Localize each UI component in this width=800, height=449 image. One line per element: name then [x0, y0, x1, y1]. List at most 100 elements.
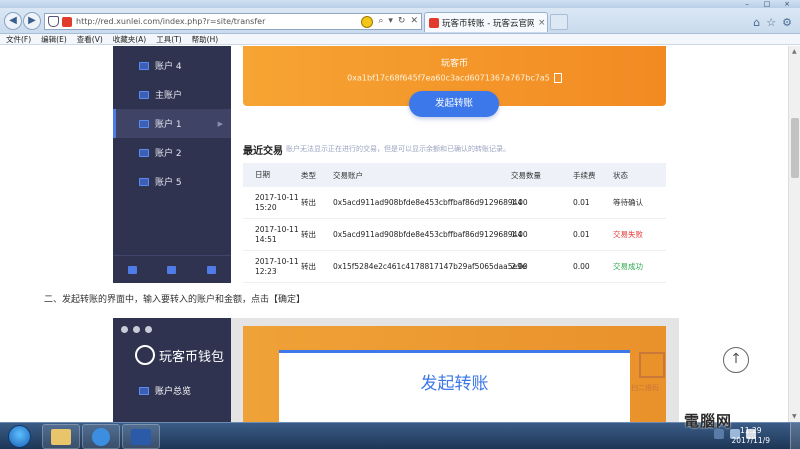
export-icon[interactable] [167, 265, 177, 274]
wallet-icon [139, 90, 149, 99]
scrollbar-thumb[interactable] [791, 118, 799, 178]
browser-navbar: ◀ ▶ http://red.xunlei.com/index.php?r=si… [0, 8, 800, 34]
taskbar-explorer[interactable] [42, 424, 80, 449]
wallet-main: 玩客币 0xa1bf17c68f645f7ea60c3acd6071367a76… [231, 46, 679, 283]
stop-icon[interactable]: ✕ [410, 16, 418, 28]
menu-view[interactable]: 查看(V) [77, 34, 103, 45]
header-type: 类型 [301, 170, 316, 180]
coin-name: 玩客币 [440, 59, 468, 69]
forward-button[interactable]: ▶ [23, 12, 41, 30]
cell-amount: 1.00 [511, 198, 528, 207]
menu-file[interactable]: 文件(F) [6, 34, 31, 45]
transactions-table: 日期 类型 交易账户 交易数量 手续费 状态 2017-10-11 15:20 转出… [243, 163, 666, 283]
favorites-star-icon[interactable]: ☆ [766, 16, 776, 29]
menu-tools[interactable]: 工具(T) [156, 34, 181, 45]
menu-edit[interactable]: 编辑(E) [41, 34, 67, 45]
tab-close-icon[interactable]: × [538, 18, 546, 28]
windows-taskbar: 11:29 2017/11/9 [0, 422, 800, 449]
show-desktop-button[interactable] [790, 423, 800, 449]
sidebar-item-overview[interactable]: 账户总览 [139, 384, 191, 397]
wallet-icon [139, 386, 149, 395]
import-icon[interactable] [128, 265, 138, 274]
vertical-scrollbar[interactable]: ▲ ▼ [788, 46, 800, 422]
cell-account: 0x15f5284e2c461c4178817147b29af5065daa5e… [333, 262, 527, 271]
settings-icon[interactable] [206, 265, 216, 274]
menu-favorites[interactable]: 收藏夹(A) [113, 34, 146, 45]
refresh-icon[interactable]: ↻ [398, 16, 406, 28]
compatibility-icon[interactable] [361, 15, 374, 28]
dropdown-icon[interactable]: ▾ [388, 16, 393, 28]
logo-icon [135, 345, 155, 365]
page-viewport: 账户 4 主账户 账户 1 ▶ 账户 2 账户 5 玩客币 0xa1bf17c6… [0, 46, 788, 422]
clock-time: 11:29 [739, 426, 762, 435]
wallet-address: 0xa1bf17c68f645f7ea60c3acd6071367a767bc7… [347, 73, 550, 83]
cell-fee: 0.01 [573, 230, 590, 239]
cell-fee: 0.01 [573, 198, 590, 207]
address-bar[interactable]: http://red.xunlei.com/index.php?r=site/t… [44, 13, 422, 30]
scroll-to-top-button[interactable]: ↑ [723, 347, 749, 373]
qr-code-icon [639, 352, 665, 378]
wallet-screenshot: 账户 4 主账户 账户 1 ▶ 账户 2 账户 5 玩客币 0xa1bf17c6… [113, 46, 679, 283]
cell-account: 0x5acd911ad908bfde8e453cbffbaf86d9129689… [333, 198, 523, 207]
cell-status: 交易失败 [613, 230, 643, 239]
tab-favicon-icon [429, 17, 439, 28]
sidebar-item-account-1[interactable]: 账户 1 ▶ [113, 109, 231, 138]
sidebar-item-account-5[interactable]: 账户 5 [113, 167, 231, 196]
wallet-icon [139, 177, 149, 186]
sidebar-item-account-4[interactable]: 账户 4 [113, 51, 231, 80]
taskbar-word[interactable] [122, 424, 160, 449]
table-row: 2017-10-11 15:20 转出 0x5acd911ad908bfde8e453… [243, 187, 666, 219]
url-text[interactable]: http://red.xunlei.com/index.php?r=site/t… [76, 17, 265, 26]
cell-fee: 0.00 [573, 262, 590, 271]
header-status: 状态 [613, 170, 628, 180]
windows-logo-icon [8, 425, 31, 448]
send-transfer-button[interactable]: 发起转账 [409, 91, 499, 117]
cell-amount: 1.00 [511, 230, 528, 239]
close-window-button[interactable]: × [778, 0, 796, 8]
taskbar-ie[interactable] [82, 424, 120, 449]
table-row: 2017-10-11 12:23 转出 0x15f5284e2c461c4178817… [243, 251, 666, 283]
menu-help[interactable]: 帮助(H) [192, 34, 219, 45]
word-icon [131, 428, 151, 445]
scroll-down-icon[interactable]: ▼ [792, 413, 797, 420]
home-icon[interactable]: ⌂ [753, 16, 760, 29]
cell-status: 等待确认 [613, 198, 643, 207]
scroll-up-icon[interactable]: ▲ [792, 48, 797, 55]
transfer-main: 扫二维码 发起转账 [231, 318, 679, 422]
tab-transfer[interactable]: 玩客币转账 - 玩客云官网... × [424, 12, 548, 32]
header-amount: 交易数量 [511, 170, 541, 180]
maximize-button[interactable]: □ [758, 0, 776, 8]
cell-account: 0x5acd911ad908bfde8e453cbffbaf86d9129689… [333, 230, 523, 239]
back-button[interactable]: ◀ [4, 12, 22, 30]
new-tab-button[interactable] [550, 14, 568, 30]
window-controls: – □ × [738, 0, 796, 8]
minimize-button[interactable]: – [738, 0, 756, 8]
qr-label: 扫二维码 [631, 384, 659, 392]
clock[interactable]: 11:29 2017/11/9 [732, 426, 770, 446]
table-row: 2017-10-11 14:51 转出 0x5acd911ad908bfde8e453… [243, 219, 666, 251]
transfer-screenshot: 玩客币钱包 账户总览 扫二维码 发起转账 [113, 318, 679, 422]
window-dots [121, 326, 152, 333]
ie-icon [92, 427, 110, 446]
start-button[interactable] [2, 424, 36, 449]
folder-icon [51, 428, 71, 445]
sidebar-item-main-account[interactable]: 主账户 [113, 80, 231, 109]
window-titlebar: – □ × [0, 0, 800, 8]
wallet-sidebar-2: 玩客币钱包 账户总览 [113, 318, 231, 422]
wallet-icon [139, 148, 149, 157]
article-step-text: 二、发起转账的界面中，输入要转入的账户和金额，点击【确定】 [44, 295, 306, 305]
recent-transactions-title: 最近交易 [243, 146, 283, 157]
wallet-icon [139, 61, 149, 70]
sidebar-item-account-2[interactable]: 账户 2 [113, 138, 231, 167]
wallet-sidebar: 账户 4 主账户 账户 1 ▶ 账户 2 账户 5 [113, 46, 231, 283]
header-date: 日期 [255, 170, 270, 179]
cell-date: 2017-10-11 12:23 [255, 256, 299, 276]
cell-amount: 2.00 [511, 262, 528, 271]
cell-date: 2017-10-11 15:20 [255, 192, 299, 212]
header-fee: 手续费 [573, 170, 596, 180]
copy-icon[interactable] [553, 73, 562, 83]
settings-gear-icon[interactable]: ⚙ [782, 16, 792, 29]
search-icon[interactable]: ⌕ [378, 16, 383, 28]
table-header: 日期 类型 交易账户 交易数量 手续费 状态 [243, 163, 666, 187]
cell-type: 转出 [301, 230, 316, 239]
